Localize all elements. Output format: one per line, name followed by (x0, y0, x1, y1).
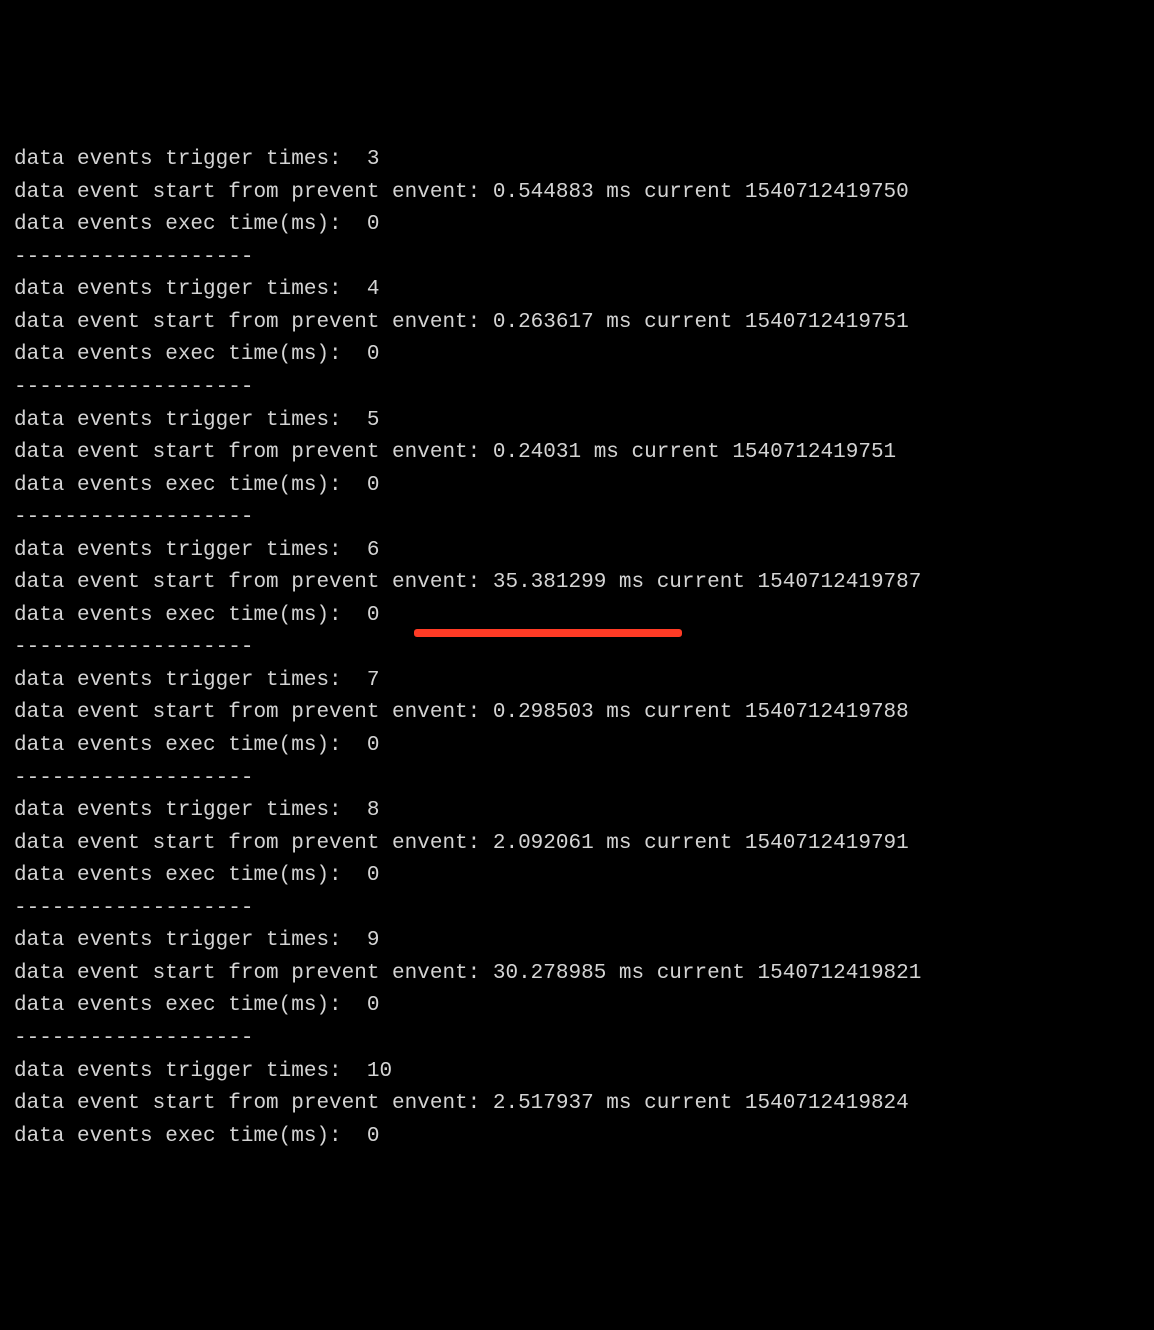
separator: ------------------- (14, 242, 1140, 275)
start-line: data event start from prevent envent: 0.… (14, 697, 1140, 730)
exec-line: data events exec time(ms): 0 (14, 730, 1140, 763)
start-line: data event start from prevent envent: 0.… (14, 307, 1140, 340)
start-line: data event start from prevent envent: 0.… (14, 177, 1140, 210)
exec-line: data events exec time(ms): 0 (14, 1121, 1140, 1154)
trigger-line: data events trigger times: 3 (14, 144, 1140, 177)
highlight-underline-icon (414, 629, 682, 637)
trigger-line: data events trigger times: 9 (14, 925, 1140, 958)
trigger-line: data events trigger times: 4 (14, 274, 1140, 307)
separator: ------------------- (14, 502, 1140, 535)
separator: ------------------- (14, 1023, 1140, 1056)
start-line: data event start from prevent envent: 0.… (14, 437, 1140, 470)
trigger-line: data events trigger times: 8 (14, 795, 1140, 828)
exec-line: data events exec time(ms): 0 (14, 990, 1140, 1023)
separator: ------------------- (14, 632, 1140, 665)
exec-line: data events exec time(ms): 0 (14, 470, 1140, 503)
exec-line: data events exec time(ms): 0 (14, 860, 1140, 893)
trigger-line: data events trigger times: 10 (14, 1056, 1140, 1089)
trigger-line: data events trigger times: 6 (14, 535, 1140, 568)
terminal-output: data events trigger times: 3data event s… (14, 144, 1140, 1153)
trigger-line: data events trigger times: 7 (14, 665, 1140, 698)
separator: ------------------- (14, 763, 1140, 796)
trigger-line: data events trigger times: 5 (14, 405, 1140, 438)
exec-line: data events exec time(ms): 0 (14, 339, 1140, 372)
start-line: data event start from prevent envent: 35… (14, 567, 1140, 600)
separator: ------------------- (14, 372, 1140, 405)
exec-line: data events exec time(ms): 0 (14, 209, 1140, 242)
exec-line: data events exec time(ms): 0 (14, 600, 1140, 633)
start-line: data event start from prevent envent: 2.… (14, 1088, 1140, 1121)
start-line: data event start from prevent envent: 2.… (14, 828, 1140, 861)
separator: ------------------- (14, 893, 1140, 926)
start-line: data event start from prevent envent: 30… (14, 958, 1140, 991)
